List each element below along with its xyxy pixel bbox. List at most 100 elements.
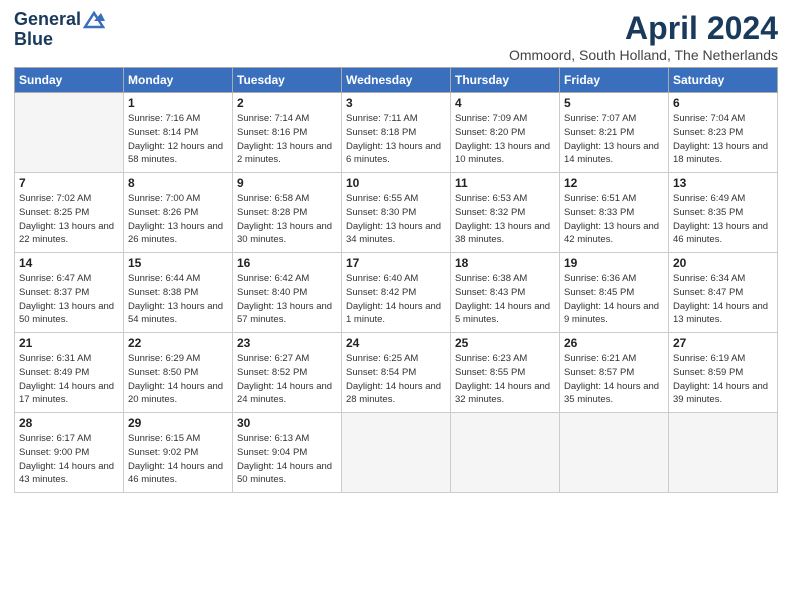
col-saturday: Saturday [669, 68, 778, 93]
cell-1-0: 7 Sunrise: 7:02 AMSunset: 8:25 PMDaylight… [15, 173, 124, 253]
sun-info: Sunrise: 6:55 AMSunset: 8:30 PMDaylight:… [346, 192, 446, 247]
day-number: 7 [19, 176, 119, 190]
day-number: 26 [564, 336, 664, 350]
sun-info: Sunrise: 6:47 AMSunset: 8:37 PMDaylight:… [19, 272, 119, 327]
sun-info: Sunrise: 6:34 AMSunset: 8:47 PMDaylight:… [673, 272, 773, 327]
sun-info: Sunrise: 6:38 AMSunset: 8:43 PMDaylight:… [455, 272, 555, 327]
sun-info: Sunrise: 6:23 AMSunset: 8:55 PMDaylight:… [455, 352, 555, 407]
day-number: 24 [346, 336, 446, 350]
cell-0-1: 1Sunrise: 7:16 AMSunset: 8:14 PMDaylight… [124, 93, 233, 173]
day-number: 10 [346, 176, 446, 190]
header-row: Sunday Monday Tuesday Wednesday Thursday… [15, 68, 778, 93]
sun-info: Sunrise: 7:14 AMSunset: 8:16 PMDaylight:… [237, 112, 337, 167]
cell-0-4: 4 Sunrise: 7:09 AMSunset: 8:20 PMDaylight… [451, 93, 560, 173]
day-number: 4 [455, 96, 555, 110]
calendar-page: General Blue April 2024 Ommoord, South H… [0, 0, 792, 503]
cell-4-2: 30 Sunrise: 6:13 AMSunset: 9:04 PMDayligh… [233, 413, 342, 493]
cell-0-0 [15, 93, 124, 173]
col-sunday: Sunday [15, 68, 124, 93]
cell-1-2: 9 Sunrise: 6:58 AMSunset: 8:28 PMDaylight… [233, 173, 342, 253]
cell-4-0: 28 Sunrise: 6:17 AMSunset: 9:00 PMDayligh… [15, 413, 124, 493]
day-number: 6 [673, 96, 773, 110]
sun-info: Sunrise: 6:40 AMSunset: 8:42 PMDaylight:… [346, 272, 446, 327]
day-number: 5 [564, 96, 664, 110]
sun-info: Sunrise: 6:29 AMSunset: 8:50 PMDaylight:… [128, 352, 228, 407]
day-number: 9 [237, 176, 337, 190]
cell-1-3: 10 Sunrise: 6:55 AMSunset: 8:30 PMDayligh… [342, 173, 451, 253]
day-number: 22 [128, 336, 228, 350]
day-number: 12 [564, 176, 664, 190]
col-wednesday: Wednesday [342, 68, 451, 93]
location: Ommoord, South Holland, The Netherlands [509, 47, 778, 63]
cell-0-6: 6Sunrise: 7:04 AMSunset: 8:23 PMDaylight… [669, 93, 778, 173]
sun-info: Sunrise: 6:17 AMSunset: 9:00 PMDaylight:… [19, 432, 119, 487]
sun-info: Sunrise: 6:51 AMSunset: 8:33 PMDaylight:… [564, 192, 664, 247]
day-number: 16 [237, 256, 337, 270]
cell-1-5: 12 Sunrise: 6:51 AMSunset: 8:33 PMDayligh… [560, 173, 669, 253]
cell-0-5: 5 Sunrise: 7:07 AMSunset: 8:21 PMDaylight… [560, 93, 669, 173]
day-number: 2 [237, 96, 337, 110]
cell-4-5 [560, 413, 669, 493]
title-block: April 2024 Ommoord, South Holland, The N… [509, 10, 778, 63]
day-number: 19 [564, 256, 664, 270]
cell-4-6 [669, 413, 778, 493]
day-number: 14 [19, 256, 119, 270]
day-number: 8 [128, 176, 228, 190]
week-row-0: 1Sunrise: 7:16 AMSunset: 8:14 PMDaylight… [15, 93, 778, 173]
logo-icon [83, 11, 105, 29]
cell-3-0: 21Sunrise: 6:31 AMSunset: 8:49 PMDayligh… [15, 333, 124, 413]
week-row-2: 14 Sunrise: 6:47 AMSunset: 8:37 PMDayligh… [15, 253, 778, 333]
day-number: 15 [128, 256, 228, 270]
sun-info: Sunrise: 6:27 AMSunset: 8:52 PMDaylight:… [237, 352, 337, 407]
day-number: 3 [346, 96, 446, 110]
day-number: 30 [237, 416, 337, 430]
day-number: 28 [19, 416, 119, 430]
day-number: 27 [673, 336, 773, 350]
logo-text: General Blue [14, 10, 105, 50]
calendar-table: Sunday Monday Tuesday Wednesday Thursday… [14, 67, 778, 493]
sun-info: Sunrise: 6:36 AMSunset: 8:45 PMDaylight:… [564, 272, 664, 327]
cell-2-1: 15 Sunrise: 6:44 AMSunset: 8:38 PMDayligh… [124, 253, 233, 333]
col-friday: Friday [560, 68, 669, 93]
day-number: 11 [455, 176, 555, 190]
sun-info: Sunrise: 6:25 AMSunset: 8:54 PMDaylight:… [346, 352, 446, 407]
sun-info: Sunrise: 6:15 AMSunset: 9:02 PMDaylight:… [128, 432, 228, 487]
sun-info: Sunrise: 7:00 AMSunset: 8:26 PMDaylight:… [128, 192, 228, 247]
sun-info: Sunrise: 7:02 AMSunset: 8:25 PMDaylight:… [19, 192, 119, 247]
col-tuesday: Tuesday [233, 68, 342, 93]
sun-info: Sunrise: 7:07 AMSunset: 8:21 PMDaylight:… [564, 112, 664, 167]
day-number: 29 [128, 416, 228, 430]
sun-info: Sunrise: 7:16 AMSunset: 8:14 PMDaylight:… [128, 112, 228, 167]
cell-4-3 [342, 413, 451, 493]
sun-info: Sunrise: 7:09 AMSunset: 8:20 PMDaylight:… [455, 112, 555, 167]
day-number: 13 [673, 176, 773, 190]
sun-info: Sunrise: 6:13 AMSunset: 9:04 PMDaylight:… [237, 432, 337, 487]
cell-2-6: 20 Sunrise: 6:34 AMSunset: 8:47 PMDayligh… [669, 253, 778, 333]
cell-1-4: 11 Sunrise: 6:53 AMSunset: 8:32 PMDayligh… [451, 173, 560, 253]
sun-info: Sunrise: 6:44 AMSunset: 8:38 PMDaylight:… [128, 272, 228, 327]
cell-2-5: 19 Sunrise: 6:36 AMSunset: 8:45 PMDayligh… [560, 253, 669, 333]
cell-0-3: 3 Sunrise: 7:11 AMSunset: 8:18 PMDaylight… [342, 93, 451, 173]
col-thursday: Thursday [451, 68, 560, 93]
day-number: 25 [455, 336, 555, 350]
sun-info: Sunrise: 6:58 AMSunset: 8:28 PMDaylight:… [237, 192, 337, 247]
sun-info: Sunrise: 6:21 AMSunset: 8:57 PMDaylight:… [564, 352, 664, 407]
sun-info: Sunrise: 6:49 AMSunset: 8:35 PMDaylight:… [673, 192, 773, 247]
cell-0-2: 2 Sunrise: 7:14 AMSunset: 8:16 PMDaylight… [233, 93, 342, 173]
cell-1-1: 8 Sunrise: 7:00 AMSunset: 8:26 PMDaylight… [124, 173, 233, 253]
sun-info: Sunrise: 6:31 AMSunset: 8:49 PMDaylight:… [19, 352, 119, 407]
calendar-body: 1Sunrise: 7:16 AMSunset: 8:14 PMDaylight… [15, 93, 778, 493]
day-number: 20 [673, 256, 773, 270]
week-row-3: 21Sunrise: 6:31 AMSunset: 8:49 PMDayligh… [15, 333, 778, 413]
day-number: 23 [237, 336, 337, 350]
day-number: 17 [346, 256, 446, 270]
cell-3-1: 22 Sunrise: 6:29 AMSunset: 8:50 PMDayligh… [124, 333, 233, 413]
sun-info: Sunrise: 6:53 AMSunset: 8:32 PMDaylight:… [455, 192, 555, 247]
cell-1-6: 13 Sunrise: 6:49 AMSunset: 8:35 PMDayligh… [669, 173, 778, 253]
cell-4-4 [451, 413, 560, 493]
sun-info: Sunrise: 7:11 AMSunset: 8:18 PMDaylight:… [346, 112, 446, 167]
cell-3-6: 27Sunrise: 6:19 AMSunset: 8:59 PMDayligh… [669, 333, 778, 413]
week-row-1: 7 Sunrise: 7:02 AMSunset: 8:25 PMDaylight… [15, 173, 778, 253]
cell-2-2: 16Sunrise: 6:42 AMSunset: 8:40 PMDayligh… [233, 253, 342, 333]
week-row-4: 28 Sunrise: 6:17 AMSunset: 9:00 PMDayligh… [15, 413, 778, 493]
